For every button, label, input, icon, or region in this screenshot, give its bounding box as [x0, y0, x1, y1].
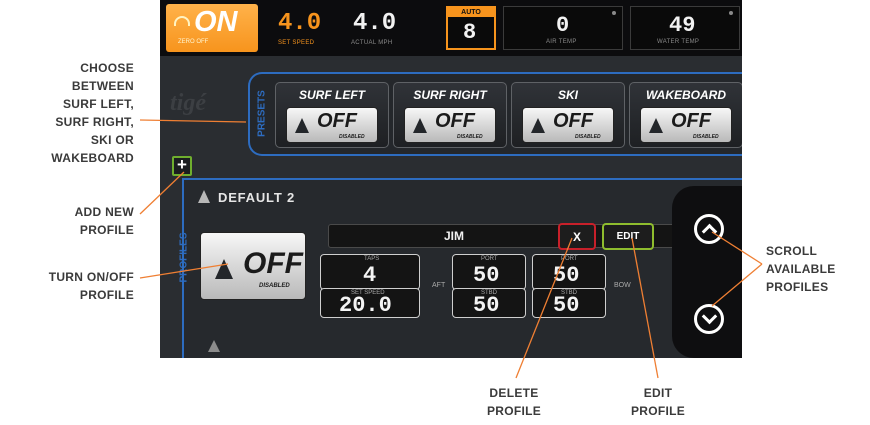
- leader-scroll-up: [711, 231, 763, 265]
- leader-turn: [139, 263, 229, 279]
- leader-presets: [139, 119, 247, 123]
- leader-edit: [631, 237, 659, 379]
- leader-scroll-down: [711, 263, 763, 307]
- annotation-leaders: [139, 119, 763, 379]
- leader-delete: [515, 237, 573, 379]
- leader-add: [139, 171, 185, 215]
